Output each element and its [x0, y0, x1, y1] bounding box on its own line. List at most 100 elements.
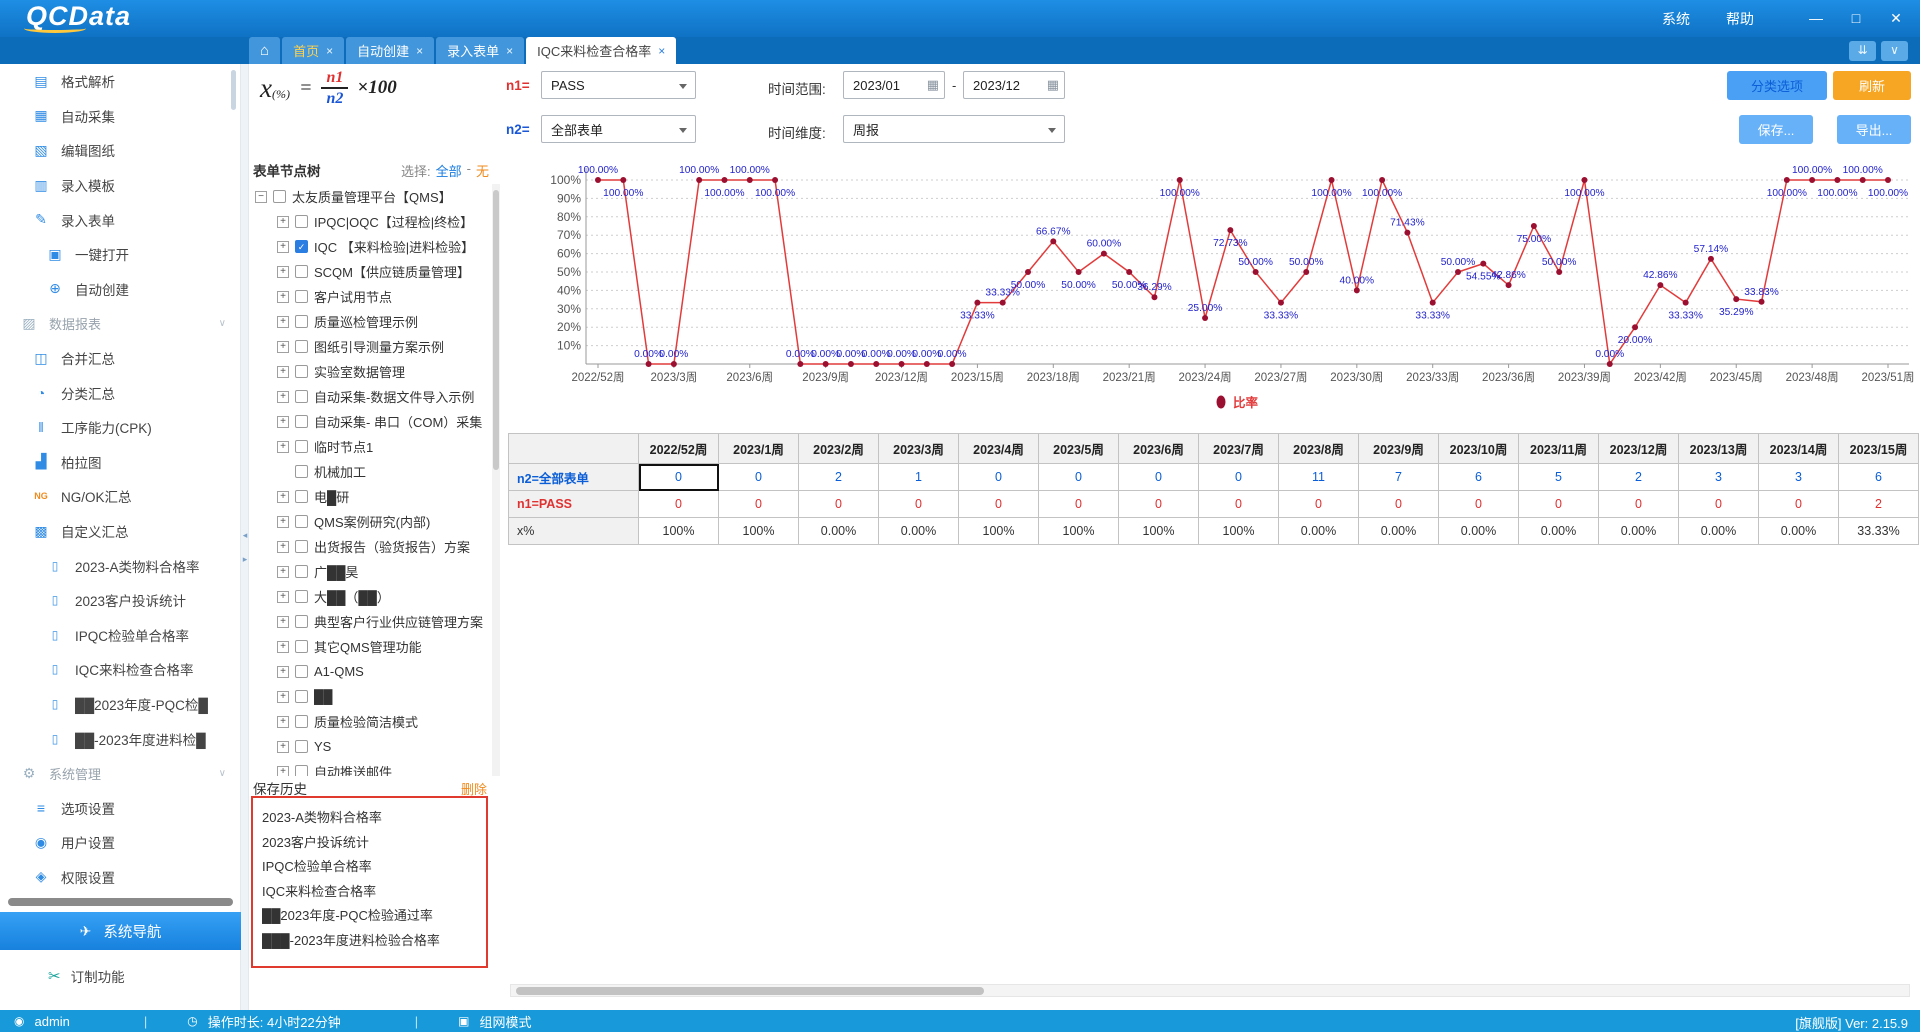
tree-node-22[interactable]: +自动推送邮件 — [251, 759, 491, 776]
data-point[interactable] — [1227, 227, 1233, 233]
table-col-header[interactable]: 2023/10周 — [1439, 434, 1519, 464]
data-point[interactable] — [1076, 269, 1082, 275]
expand-icon[interactable]: + — [277, 716, 289, 728]
sidebar-item-report-3[interactable]: ▯IPQC检验单合格率 — [0, 618, 240, 653]
data-point[interactable] — [1253, 269, 1259, 275]
table-cell[interactable]: 2 — [799, 464, 879, 491]
tree-root[interactable]: −太友质量管理平台【QMS】 — [251, 184, 491, 209]
tree-node-17[interactable]: +其它QMS管理功能 — [251, 634, 491, 659]
tree-node-18[interactable]: +A1-QMS — [251, 659, 491, 684]
expand-icon[interactable]: + — [277, 566, 289, 578]
tree-node-checkbox[interactable] — [295, 390, 308, 403]
data-point[interactable] — [721, 177, 727, 183]
history-delete-link[interactable]: 删除 — [461, 779, 487, 798]
data-point[interactable] — [1379, 177, 1385, 183]
sidebar-item-report-4[interactable]: ▯IQC来料检查合格率 — [0, 652, 240, 687]
table-cell[interactable]: 100% — [1119, 518, 1199, 545]
tree-node-1[interactable]: +✓IQC 【来料检验|进料检验】 — [251, 234, 491, 259]
tree-node-21[interactable]: +YS — [251, 734, 491, 759]
data-point[interactable] — [620, 177, 626, 183]
table-cell[interactable]: 33.33% — [1839, 518, 1919, 545]
table-col-header[interactable]: 2023/11周 — [1519, 434, 1599, 464]
tab-close-icon[interactable]: × — [416, 44, 423, 58]
data-point[interactable] — [1607, 361, 1613, 367]
sidebar-item-user-settings[interactable]: ◉用户设置 — [0, 825, 240, 860]
data-point[interactable] — [1278, 300, 1284, 306]
data-point[interactable] — [1177, 177, 1183, 183]
tree-node-4[interactable]: +质量巡检管理示例 — [251, 309, 491, 334]
data-point[interactable] — [1632, 324, 1638, 330]
tree-node-checkbox[interactable] — [295, 565, 308, 578]
tab-close-icon[interactable]: × — [326, 44, 333, 58]
data-point[interactable] — [1708, 256, 1714, 262]
sidebar-item-data-report[interactable]: ▨数据报表∨ — [0, 306, 240, 341]
table-col-header[interactable]: 2023/3周 — [879, 434, 959, 464]
table-col-header[interactable]: 2023/13周 — [1679, 434, 1759, 464]
table-cell[interactable]: 0 — [1119, 464, 1199, 491]
history-item-2[interactable]: IPQC检验单合格率 — [253, 855, 486, 880]
table-cell[interactable]: 0.00% — [1679, 518, 1759, 545]
table-col-header[interactable]: 2023/7周 — [1199, 434, 1279, 464]
tree-node-checkbox[interactable] — [295, 715, 308, 728]
time-range-from-input[interactable]: 2023/01 ▦ — [843, 71, 945, 99]
table-cell[interactable]: 3 — [1679, 464, 1759, 491]
data-point[interactable] — [1480, 261, 1486, 267]
expand-icon[interactable]: + — [277, 616, 289, 628]
tree-node-checkbox[interactable] — [295, 490, 308, 503]
sidebar-item-ng-ok-summary[interactable]: NGNG/OK汇总 — [0, 479, 240, 514]
close-button[interactable]: ✕ — [1888, 10, 1904, 27]
sidebar-item-report-5[interactable]: ▯██2023年度-PQC检█ — [0, 687, 240, 722]
table-cell[interactable]: 0 — [799, 491, 879, 518]
table-cell[interactable]: 0 — [1599, 491, 1679, 518]
data-point[interactable] — [823, 361, 829, 367]
maximize-button[interactable]: □ — [1848, 10, 1864, 27]
tree-node-checkbox[interactable] — [295, 740, 308, 753]
table-cell[interactable]: 0.00% — [799, 518, 879, 545]
tree-node-13[interactable]: +出货报告（验货报告）方案 — [251, 534, 491, 559]
table-col-header[interactable]: 2023/12周 — [1599, 434, 1679, 464]
sidebar-vertical-scrollbar[interactable] — [231, 70, 236, 110]
tree-node-checkbox[interactable] — [295, 640, 308, 653]
data-point[interactable] — [1581, 177, 1587, 183]
data-point[interactable] — [671, 361, 677, 367]
expand-icon[interactable]: + — [277, 641, 289, 653]
data-point[interactable] — [873, 361, 879, 367]
data-point[interactable] — [1733, 296, 1739, 302]
horizontal-scrollbar-thumb[interactable] — [516, 987, 984, 995]
expand-icon[interactable]: + — [277, 766, 289, 777]
expand-icon[interactable]: + — [277, 741, 289, 753]
expand-icon[interactable]: + — [277, 391, 289, 403]
tree-node-7[interactable]: +自动采集-数据文件导入示例 — [251, 384, 491, 409]
expand-icon[interactable]: + — [277, 541, 289, 553]
data-point[interactable] — [1531, 223, 1537, 229]
table-cell[interactable]: 0 — [1199, 491, 1279, 518]
data-point[interactable] — [1556, 269, 1562, 275]
table-cell[interactable]: 2 — [1839, 491, 1919, 518]
expand-icon[interactable]: + — [277, 216, 289, 228]
chevron-down-icon[interactable]: ∨ — [219, 768, 226, 779]
tree-node-checkbox[interactable] — [295, 515, 308, 528]
tab-entry-form[interactable]: 录入表单× — [436, 37, 524, 64]
tab-auto-create[interactable]: 自动创建× — [346, 37, 434, 64]
data-point[interactable] — [1455, 269, 1461, 275]
tree-node-3[interactable]: +客户试用节点 — [251, 284, 491, 309]
data-point[interactable] — [1101, 251, 1107, 257]
system-navigation-button[interactable]: ✈ 系统导航 — [0, 912, 241, 950]
expand-icon[interactable]: + — [277, 266, 289, 278]
sidebar-item-one-click-open[interactable]: ▣一键打开 — [0, 237, 240, 272]
table-cell[interactable]: 2 — [1599, 464, 1679, 491]
table-col-header[interactable]: 2023/4周 — [959, 434, 1039, 464]
data-point[interactable] — [595, 177, 601, 183]
tree-node-checkbox[interactable] — [295, 590, 308, 603]
history-item-5[interactable]: ███-2023年度进料检验合格率 — [253, 929, 486, 954]
data-point[interactable] — [1683, 300, 1689, 306]
table-cell[interactable]: 5 — [1519, 464, 1599, 491]
table-cell[interactable]: 0 — [719, 464, 799, 491]
table-col-header[interactable]: 2023/9周 — [1359, 434, 1439, 464]
data-point[interactable] — [1809, 177, 1815, 183]
history-item-0[interactable]: 2023-A类物料合格率 — [253, 806, 486, 831]
table-cell[interactable]: 6 — [1439, 464, 1519, 491]
history-item-1[interactable]: 2023客户投诉统计 — [253, 831, 486, 856]
collapse-icon[interactable]: − — [255, 191, 267, 203]
sidebar-item-entry-form[interactable]: ✎录入表单 — [0, 202, 240, 237]
